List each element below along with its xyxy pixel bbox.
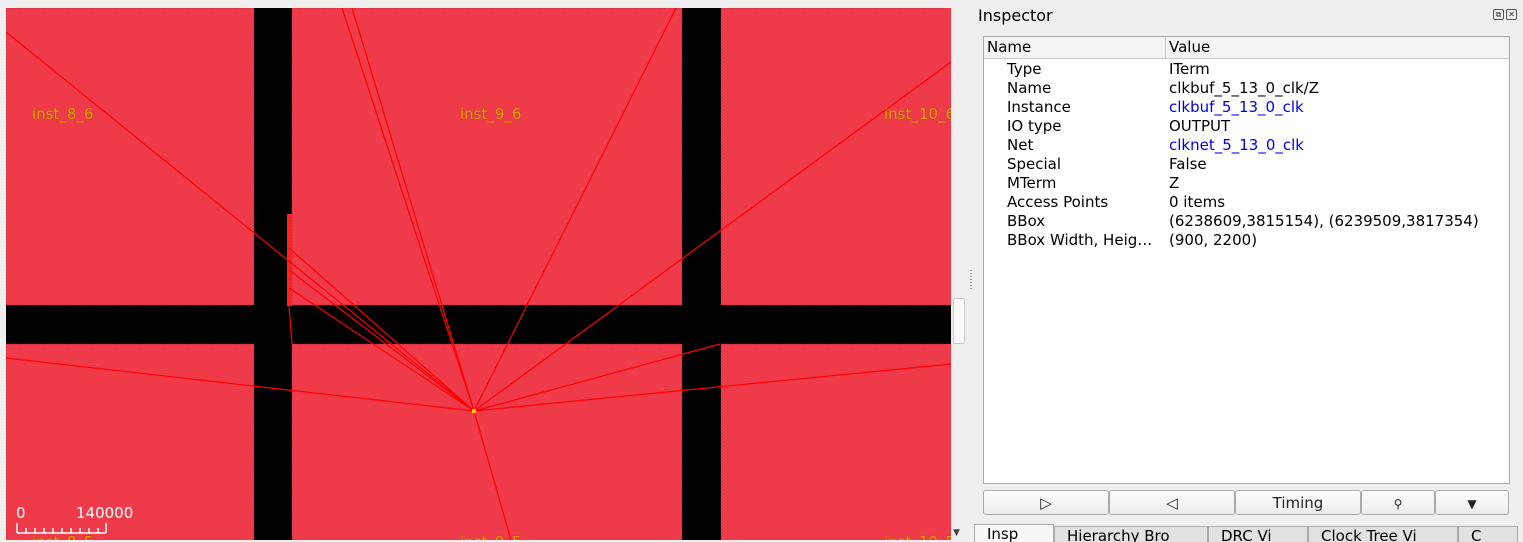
cell-inst-9-6: [291, 8, 683, 306]
property-value: clkbuf_5_13_0_clk/Z: [1169, 79, 1320, 97]
layout-canvas[interactable]: inst_8_6 inst_9_6 inst_10_6 inst_8_5 ins…: [6, 8, 951, 540]
property-value: 0 items: [1169, 193, 1226, 211]
scale-ruler: [16, 523, 107, 534]
vertical-scrollbar[interactable]: ▼: [951, 8, 965, 540]
layout-drawing: [6, 8, 951, 540]
property-row[interactable]: Type ITerm: [984, 60, 1509, 79]
property-value: (900, 2200): [1169, 231, 1258, 249]
zoom-to-button[interactable]: ⚲: [1361, 490, 1435, 515]
property-name: Special: [1007, 155, 1062, 173]
property-name: Type: [1007, 60, 1042, 78]
property-row[interactable]: Net clknet_5_13_0_clk: [984, 136, 1509, 155]
back-button[interactable]: ◁: [1109, 490, 1235, 515]
property-row[interactable]: Access Points 0 items: [984, 193, 1509, 212]
property-value: OUTPUT: [1169, 117, 1231, 135]
timing-button[interactable]: Timing: [1235, 490, 1361, 515]
net-driver-point: [472, 409, 476, 413]
property-name: BBox Width, Heig…: [1007, 231, 1153, 249]
property-row[interactable]: Special False: [984, 155, 1509, 174]
scale-start-label: 0: [16, 504, 26, 522]
play-button[interactable]: ▷: [983, 490, 1109, 515]
dock-tabs: Insp Hierarchy Bro DRC Vi Clock Tree Vi …: [974, 524, 1523, 542]
cell-inst-10-5: [720, 343, 951, 540]
panel-title: Inspector: [978, 6, 1053, 25]
scale-end-label: 140000: [76, 504, 134, 522]
inspector-toolbar: ▷ ◁ Timing ⚲ ▼: [983, 490, 1509, 516]
property-tree[interactable]: Name Value Type ITerm Name clkbuf_5_13_0_cl…: [983, 36, 1510, 484]
tab-inspector[interactable]: Insp: [974, 524, 1054, 542]
property-row[interactable]: BBox Width, Heig… (900, 2200): [984, 231, 1509, 250]
scroll-down-icon[interactable]: ▼: [953, 528, 960, 538]
property-value-link[interactable]: clknet_5_13_0_clk: [1169, 136, 1304, 154]
property-value: (6238609,3815154), (6239509,3817354): [1169, 212, 1479, 230]
play-icon: ▷: [1040, 494, 1052, 512]
cell-inst-9-5: [291, 343, 683, 540]
property-name: IO type: [1007, 117, 1062, 135]
property-name: MTerm: [1007, 174, 1057, 192]
column-divider[interactable]: [1165, 37, 1166, 58]
property-name: Net: [1007, 136, 1034, 154]
zoom-icon: ⚲: [1393, 497, 1403, 511]
instance-label: inst_10_6: [884, 105, 951, 123]
tree-header: Name Value: [984, 37, 1509, 59]
scrollbar-thumb[interactable]: [953, 298, 965, 344]
highlight-button[interactable]: ▼: [1435, 490, 1509, 515]
property-name: BBox: [1007, 212, 1046, 230]
instance-label: inst_8_6: [32, 105, 94, 123]
property-value: Z: [1169, 174, 1180, 192]
float-icon[interactable]: ⧉: [1493, 9, 1504, 20]
property-name: Instance: [1007, 98, 1071, 116]
close-icon[interactable]: ✕: [1506, 9, 1517, 20]
property-value: ITerm: [1169, 60, 1210, 78]
property-row[interactable]: IO type OUTPUT: [984, 117, 1509, 136]
property-row[interactable]: Instance clkbuf_5_13_0_clk: [984, 98, 1509, 117]
property-value: False: [1169, 155, 1207, 173]
property-row[interactable]: MTerm Z: [984, 174, 1509, 193]
highlight-icon: ▼: [1467, 497, 1477, 511]
inspector-panel: Inspector ⧉ ✕ Name Value Type ITerm Name cl…: [974, 0, 1523, 542]
property-value-link[interactable]: clkbuf_5_13_0_clk: [1169, 98, 1304, 116]
back-icon: ◁: [1166, 494, 1178, 512]
column-header-value[interactable]: Value: [1169, 38, 1210, 56]
property-name: Access Points: [1007, 193, 1109, 211]
property-row[interactable]: BBox (6238609,3815154), (6239509,3817354): [984, 212, 1509, 231]
property-row[interactable]: Name clkbuf_5_13_0_clk/Z: [984, 79, 1509, 98]
column-header-name[interactable]: Name: [987, 38, 1031, 56]
cell-inst-10-6: [720, 8, 951, 306]
layout-view[interactable]: inst_8_6 inst_9_6 inst_10_6 inst_8_5 ins…: [0, 0, 968, 540]
instance-label: inst_9_6: [460, 105, 522, 123]
instance-label: inst_10_5: [884, 533, 951, 540]
splitter-grip[interactable]: [970, 270, 972, 290]
cell-inst-8-6: [6, 8, 255, 306]
instance-label: inst_9_5: [460, 533, 521, 540]
property-name: Name: [1007, 79, 1052, 97]
